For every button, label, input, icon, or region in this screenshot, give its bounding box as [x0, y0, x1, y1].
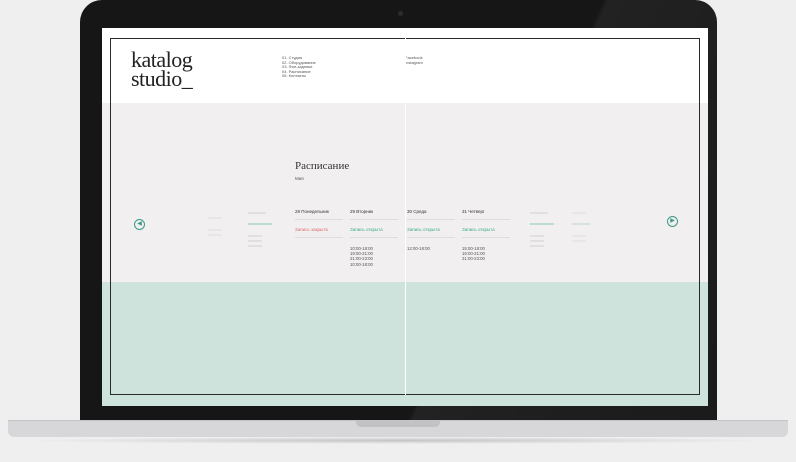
placeholder-bar [530, 245, 544, 247]
day-status[interactable]: Запись открыта [407, 227, 455, 232]
placeholder-bar [530, 212, 548, 214]
social-links: Facebook Instagram [405, 55, 423, 66]
day-status[interactable]: Запись закрыта [295, 227, 343, 232]
day-status[interactable]: Запись открыта [350, 227, 398, 232]
placeholder-bar [572, 240, 586, 242]
day-times: 10:00-18:00 19:00-21:00 21:00-23:00 10:0… [350, 246, 398, 267]
day-date: 30 Среда [407, 209, 427, 214]
schedule-day[interactable]: 31 Четверг Запись открыта 15:00-18:00 19… [462, 209, 510, 262]
placeholder-bar [248, 245, 262, 247]
base-notch [356, 421, 440, 427]
schedule-day-faded [572, 209, 590, 242]
guide-line-center [405, 38, 406, 395]
day-date: 31 Четверг [462, 209, 485, 214]
time-slot[interactable]: 12:00-18:00 [407, 246, 455, 251]
divider [407, 219, 455, 220]
divider [350, 219, 398, 220]
instagram-link[interactable]: Instagram [405, 60, 423, 66]
divider [407, 237, 455, 238]
schedule-day[interactable]: 29 Вторник Запись открыта 10:00-18:00 19… [350, 209, 398, 267]
day-times: 12:00-18:00 [407, 246, 455, 251]
arrow-right-circle-icon[interactable]: ▶ [667, 216, 678, 227]
guide-line-left [110, 38, 111, 395]
laptop-base [8, 420, 788, 437]
placeholder-bar [208, 229, 222, 231]
laptop-shadow [20, 437, 776, 444]
divider [462, 219, 510, 220]
camera-dot [398, 11, 403, 16]
placeholder-bar [248, 240, 262, 242]
logo-line-2: studio_ [131, 66, 193, 91]
divider [295, 219, 343, 220]
day-status[interactable]: Запись открыта [462, 227, 510, 232]
placeholder-bar [248, 235, 262, 237]
logo[interactable]: katalog studio_ [131, 49, 193, 91]
placeholder-bar [530, 223, 554, 225]
main-nav: 01. Студия 02. Оборудование 03. Фон-задн… [282, 55, 316, 79]
time-slot[interactable]: 21:00-23:00 [462, 256, 510, 261]
schedule-month: Мая [295, 176, 304, 181]
placeholder-bar [572, 235, 586, 237]
day-times: 15:00-18:00 19:00-21:00 21:00-23:00 [462, 246, 510, 262]
placeholder-bar [248, 223, 272, 225]
schedule-day[interactable]: 28 Понедельник Запись закрыта [295, 209, 343, 238]
divider [462, 237, 510, 238]
guide-line-right [699, 38, 700, 395]
arrow-left-circle-icon[interactable]: ◀ [134, 219, 145, 230]
placeholder-bar [208, 217, 222, 219]
day-date: 29 Вторник [350, 209, 374, 214]
divider [350, 237, 398, 238]
laptop-screen: katalog studio_ 01. Студия 02. Оборудова… [102, 28, 708, 406]
schedule-day-faded [208, 209, 222, 236]
schedule-day[interactable]: 30 Среда Запись открыта 12:00-18:00 [407, 209, 455, 251]
placeholder-bar [208, 234, 222, 236]
placeholder-bar [572, 223, 590, 225]
schedule-day-faded [530, 209, 554, 247]
schedule-title: Расписание [295, 160, 350, 172]
placeholder-bar [572, 212, 586, 214]
divider [295, 237, 343, 238]
placeholder-bar [248, 212, 266, 214]
placeholder-bar [530, 235, 544, 237]
placeholder-bar [530, 240, 544, 242]
schedule-day-faded [248, 209, 272, 247]
time-slot[interactable]: 10:00-18:00 [350, 262, 398, 267]
day-date: 28 Понедельник [295, 209, 329, 214]
nav-item-contacts[interactable]: 05. Контакты [282, 74, 316, 79]
